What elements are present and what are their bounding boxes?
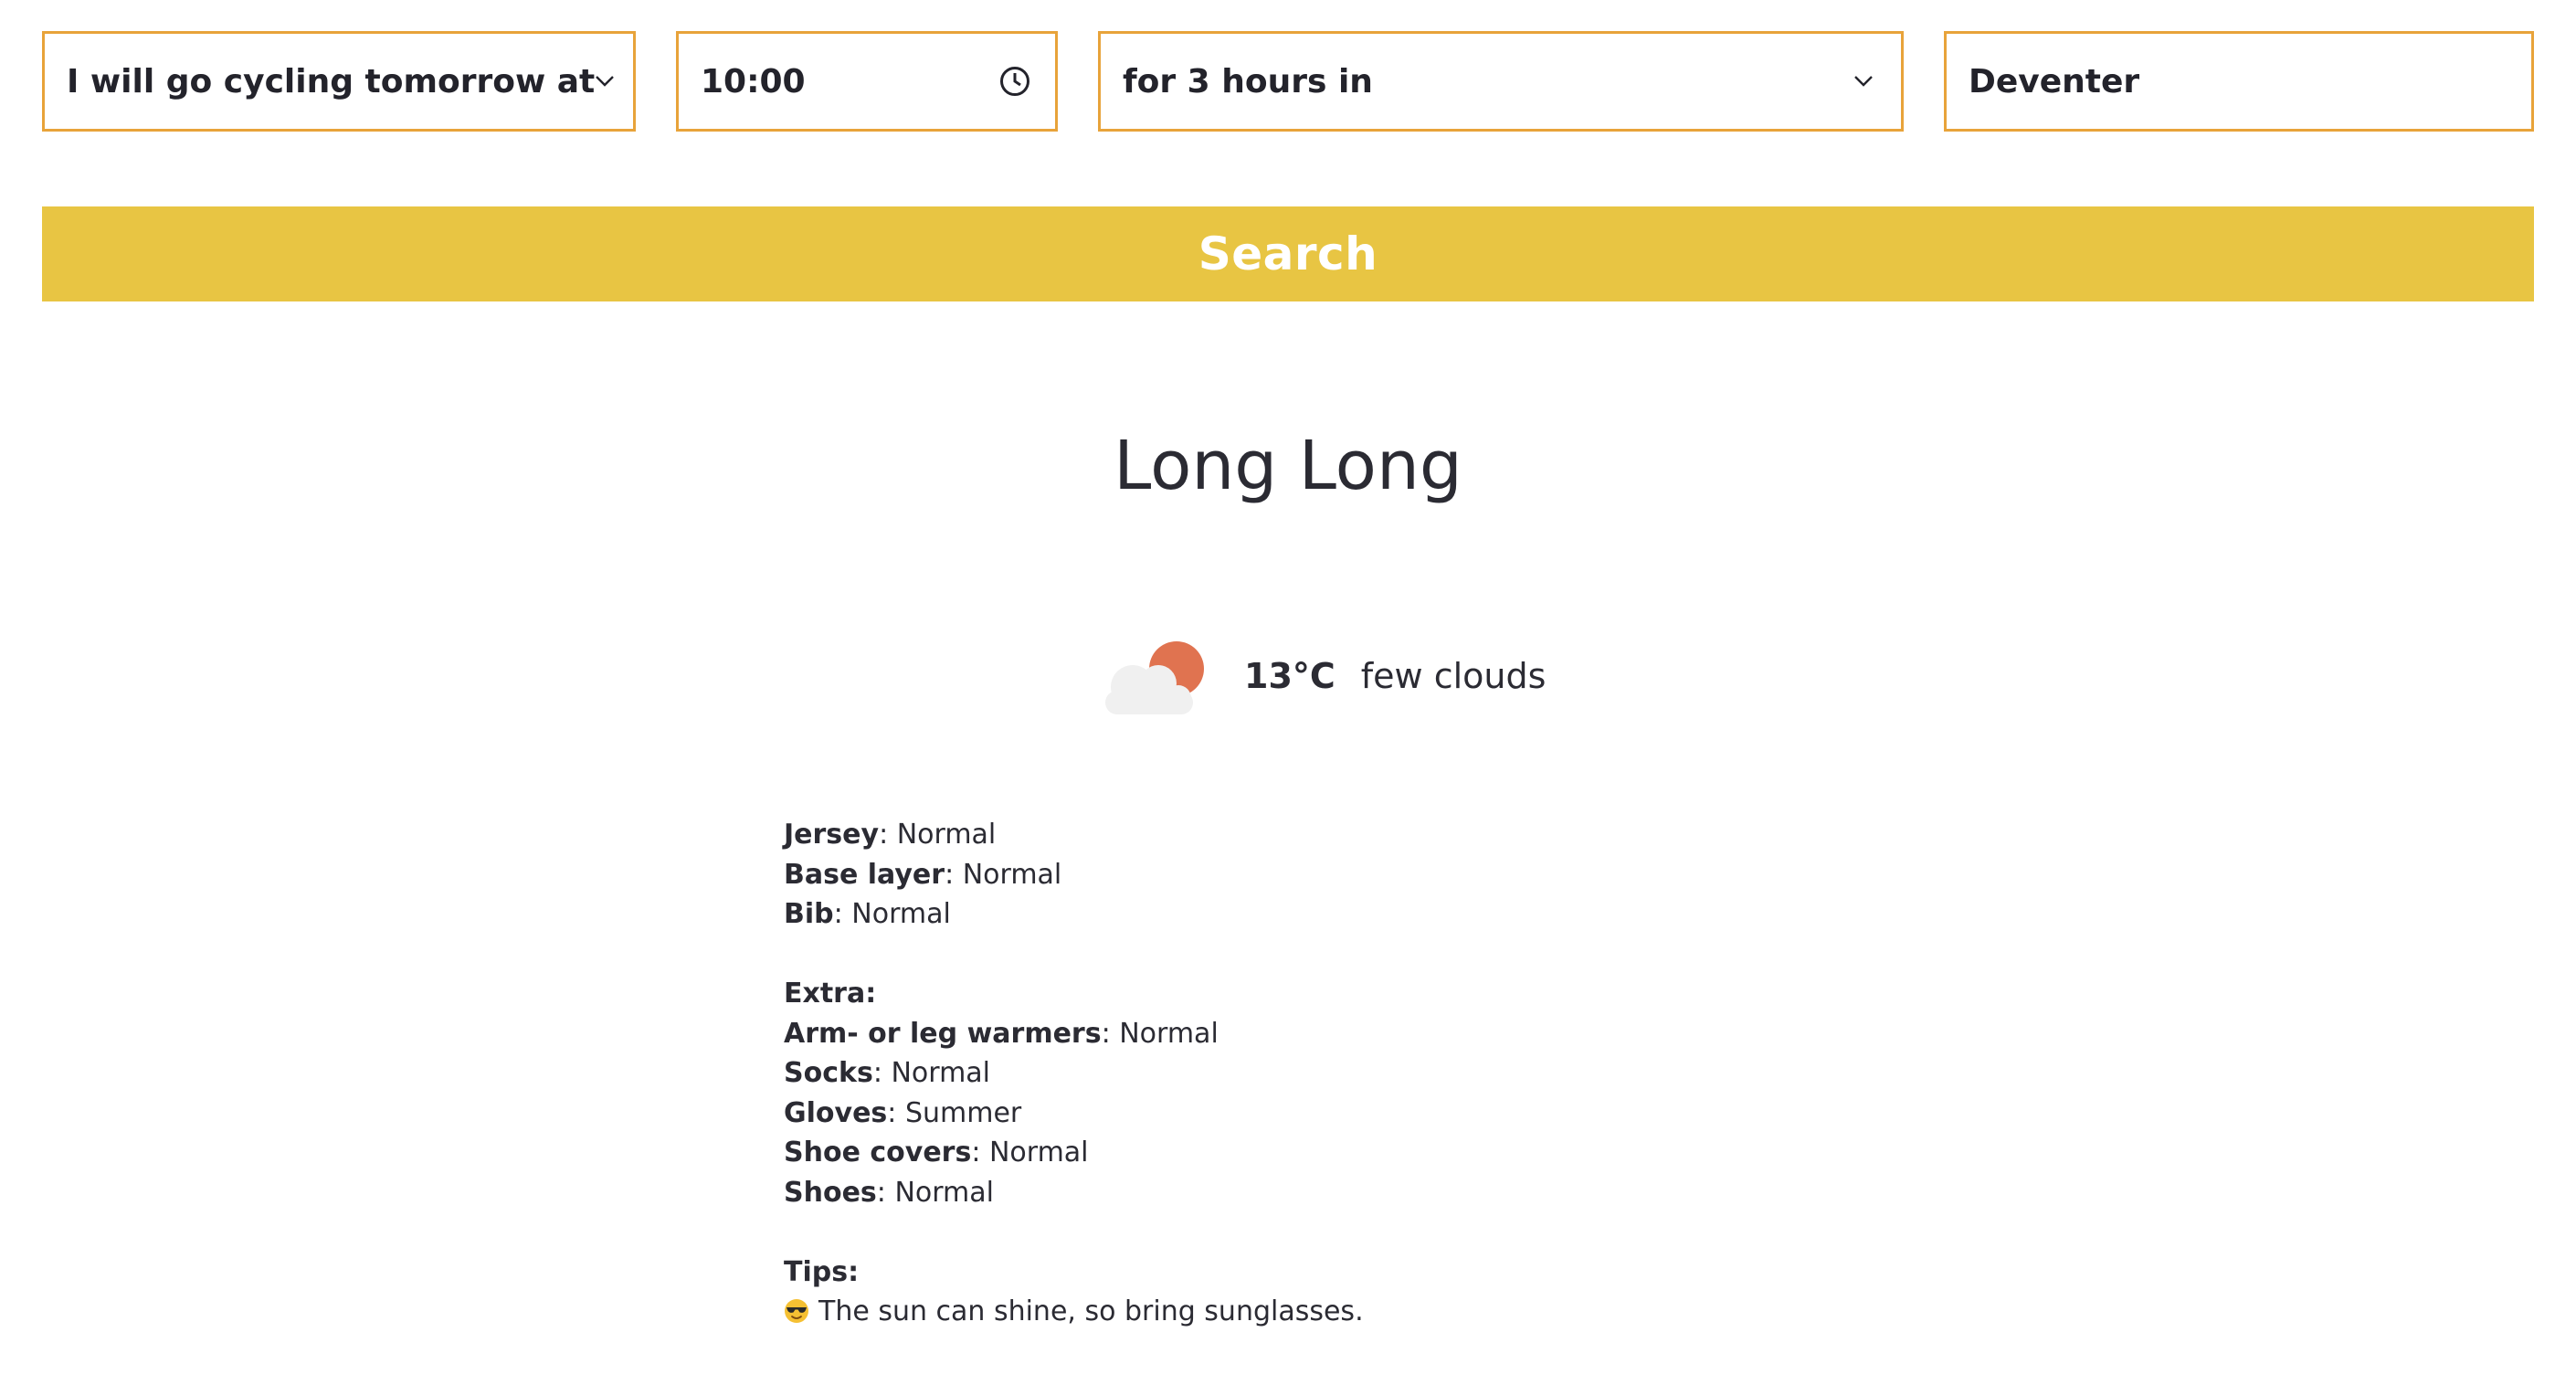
- list-item: Socks: Normal: [784, 1057, 991, 1089]
- item-label: Jersey: [784, 819, 880, 851]
- item-value: Normal: [891, 1057, 991, 1089]
- time-input[interactable]: 10:00: [676, 31, 1058, 132]
- chevron-down-icon: [595, 66, 615, 97]
- list-item: Shoe covers: Normal: [784, 1137, 1089, 1168]
- duration-select[interactable]: for 3 hours in: [1098, 31, 1904, 132]
- city-input[interactable]: Deventer: [1944, 31, 2534, 132]
- item-label: Bib: [784, 898, 834, 930]
- city-input-value: Deventer: [1969, 62, 2140, 100]
- item-value: Normal: [988, 1137, 1089, 1168]
- temperature: 13°C: [1244, 656, 1336, 696]
- search-button[interactable]: Search: [42, 206, 2534, 301]
- item-label: Arm- or leg warmers: [784, 1017, 1102, 1050]
- search-form: I will go cycling tomorrow at 10:00 for …: [42, 31, 2534, 132]
- tip-item: The sun can shine, so bring sunglasses.: [784, 1292, 1364, 1332]
- clock-icon: [997, 63, 1033, 100]
- item-label: Socks: [784, 1057, 873, 1089]
- item-label: Base layer: [784, 858, 945, 891]
- item-value: Summer: [904, 1096, 1022, 1129]
- list-item: Arm- or leg warmers: Normal: [784, 1017, 1219, 1050]
- item-value: Normal: [1119, 1017, 1219, 1050]
- duration-select-value: for 3 hours in: [1123, 62, 1373, 100]
- item-label: Shoe covers: [784, 1137, 972, 1168]
- item-value: Normal: [962, 858, 1062, 891]
- tips-heading: Tips:: [784, 1255, 860, 1288]
- weather-summary: 13°C few clouds: [1096, 630, 1546, 722]
- clothing-advice: Jersey: Normal Base layer: Normal Bib: N…: [784, 815, 1364, 1332]
- item-value: Normal: [894, 1176, 994, 1209]
- list-item: Shoes: Normal: [784, 1176, 994, 1209]
- chevron-down-icon: [1848, 66, 1879, 97]
- time-input-value: 10:00: [701, 62, 806, 100]
- tip-text: The sun can shine, so bring sunglasses.: [818, 1295, 1364, 1327]
- item-value: Normal: [896, 819, 997, 851]
- few-clouds-icon: [1105, 641, 1204, 714]
- list-item: Jersey: Normal: [784, 819, 997, 851]
- weather-description: few clouds: [1360, 656, 1547, 696]
- item-value: Normal: [851, 898, 951, 930]
- activity-select[interactable]: I will go cycling tomorrow at: [42, 31, 636, 132]
- result-title: Long Long: [1114, 427, 1462, 505]
- item-label: Shoes: [784, 1176, 877, 1209]
- list-item: Bib: Normal: [784, 898, 951, 930]
- item-label: Gloves: [784, 1096, 888, 1129]
- sunglasses-emoji-icon: [785, 1299, 808, 1323]
- activity-select-value: I will go cycling tomorrow at: [67, 62, 596, 100]
- extra-heading: Extra:: [784, 978, 877, 1010]
- list-item: Gloves: Summer: [784, 1096, 1022, 1129]
- list-item: Base layer: Normal: [784, 858, 1062, 891]
